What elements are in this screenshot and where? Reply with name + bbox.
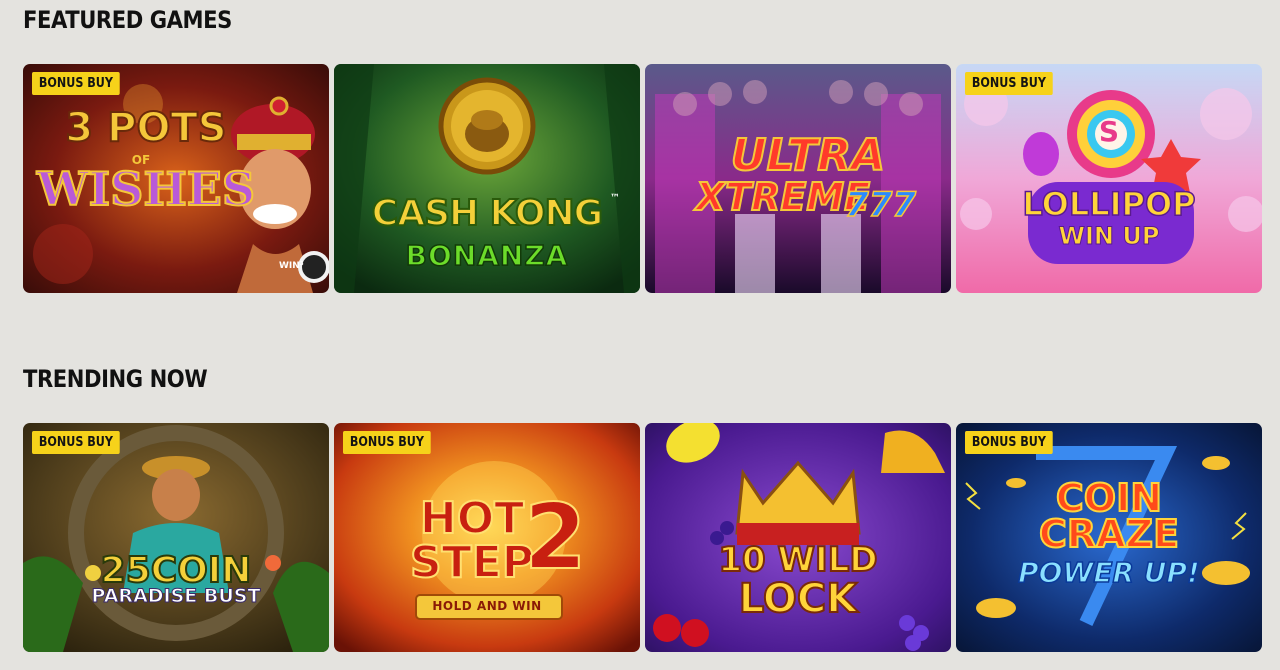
game-tile-ultra-xtreme[interactable]: ULTRA XTREME 777 [645, 64, 951, 293]
trademark-mark: ™ [610, 193, 620, 204]
game-logo-line1: LOLLIPOP [1022, 185, 1197, 223]
game-logo-777: 777 [844, 185, 916, 225]
hold-and-win-label: HOLD AND WIN [432, 599, 542, 613]
bonus-buy-badge: BONUS BUY [32, 72, 120, 95]
game-tile-hot-step-2[interactable]: BONUS BUY HOT STEP 2 HOLD AND WIN [334, 423, 640, 652]
game-tile-3-pots-of-wishes[interactable]: BONUS BUY 3 POTS OF WISHES WIN³ [23, 64, 329, 293]
game-logo-s: S [1098, 115, 1120, 148]
game-logo-line1: HOT [419, 493, 525, 544]
game-logo-line1: 10 WILD [717, 540, 878, 580]
game-logo-2: 2 [523, 485, 588, 590]
featured-games-heading: FEATURED GAMES [23, 6, 232, 34]
game-logo-line2: STEP [409, 537, 535, 588]
game-logo-line1: ULTRA [730, 130, 886, 181]
game-logo-line2: BONANZA [405, 239, 569, 272]
game-logo-line2: PARADISE BUST [91, 585, 261, 607]
game-tile-coin-craze-power-up[interactable]: BONUS BUY COIN CRAZE POWER UP! [956, 423, 1262, 652]
game-logo-line1: 3 POTS [64, 105, 227, 151]
featured-games-row: BONUS BUY 3 POTS OF WISHES WIN³ CASH KON… [23, 64, 1262, 293]
bonus-buy-badge: BONUS BUY [965, 72, 1053, 95]
game-logo-line2: CRAZE [1038, 512, 1180, 556]
trending-now-heading: TRENDING NOW [23, 365, 208, 393]
game-logo-line2: WIN UP [1058, 222, 1160, 250]
bonus-buy-badge: BONUS BUY [32, 431, 120, 454]
game-tile-10-wild-lock[interactable]: 10 WILD LOCK [645, 423, 951, 652]
bonus-buy-badge: BONUS BUY [965, 431, 1053, 454]
game-logo-line2: LOCK [738, 576, 858, 622]
trending-now-row: BONUS BUY 25COIN PARADISE BUST BONUS BUY… [23, 423, 1262, 652]
game-artwork [23, 423, 329, 652]
game-tile-cash-kong-bonanza[interactable]: CASH KONG BONANZA ™ [334, 64, 640, 293]
game-logo-line3: POWER UP! [1017, 556, 1200, 589]
game-logo-line3: WISHES [36, 162, 256, 216]
game-logo-line1: 25COIN [100, 550, 253, 591]
game-logo-line1: CASH KONG [371, 193, 604, 234]
win3-label: WIN³ [279, 261, 304, 271]
game-tile-25-coin-paradise-bust[interactable]: BONUS BUY 25COIN PARADISE BUST [23, 423, 329, 652]
bonus-buy-badge: BONUS BUY [343, 431, 431, 454]
game-artwork [956, 64, 1262, 293]
game-tile-lollipop-win-up[interactable]: BONUS BUY S LOLLIPOP WIN UP [956, 64, 1262, 293]
